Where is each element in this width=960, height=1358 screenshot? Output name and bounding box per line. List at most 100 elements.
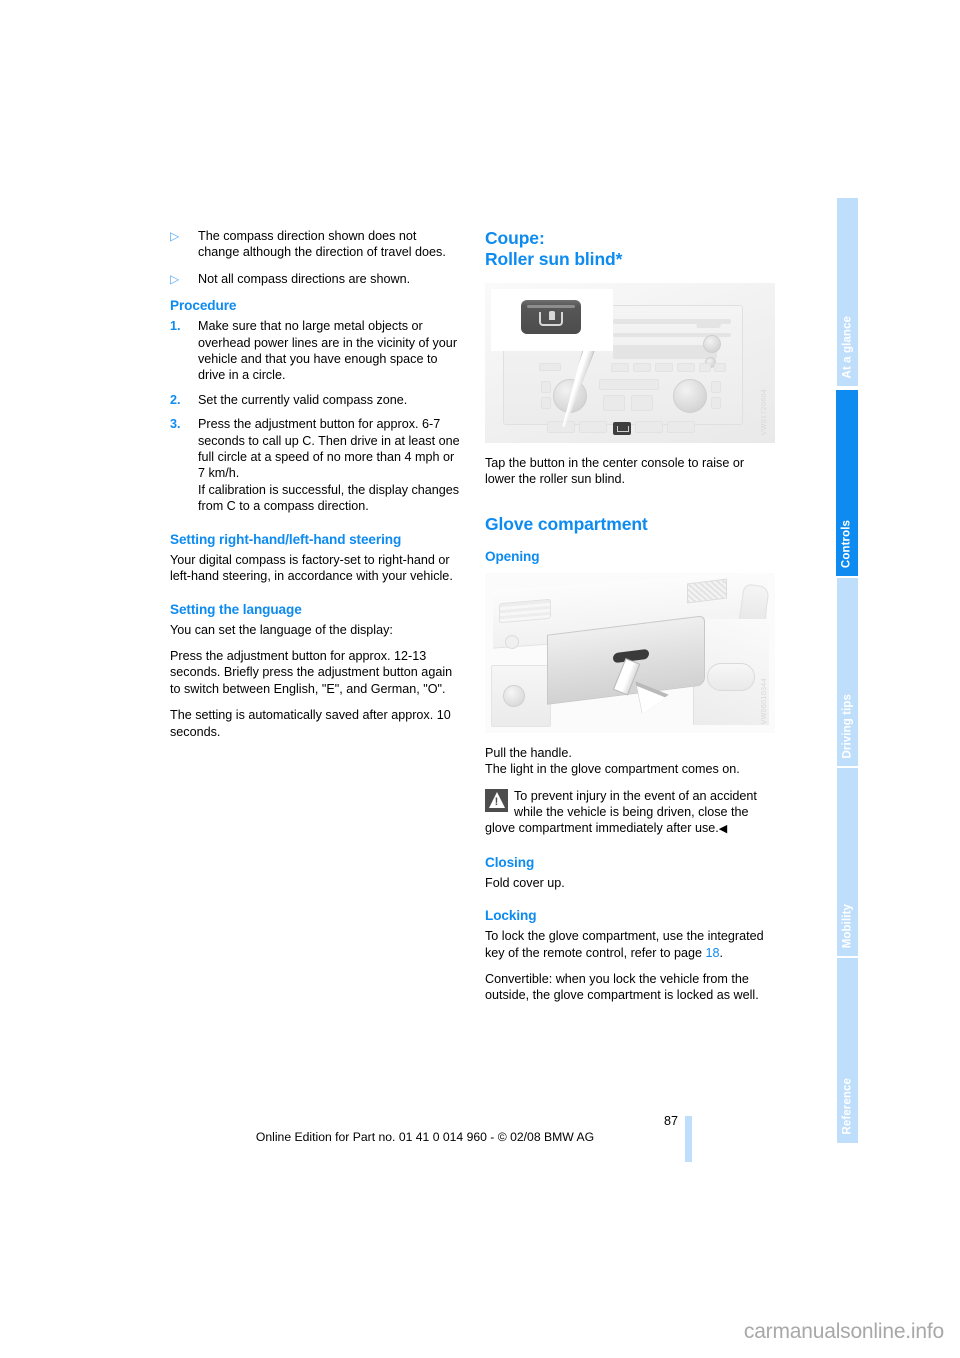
roller-sun-blind-heading: Coupe: Roller sun blind* xyxy=(485,228,775,270)
warning-text: To prevent injury in the event of an acc… xyxy=(485,788,775,838)
radio-display xyxy=(613,345,717,359)
glove-open-line1: Pull the handle. xyxy=(485,745,572,760)
preset-button xyxy=(699,363,711,372)
triangle-bullet-icon: ▷ xyxy=(170,271,180,286)
preset-button xyxy=(677,363,695,372)
procedure-step-list: 1. Make sure that no large metal objects… xyxy=(170,318,460,514)
section-tab-index: At a glance Controls Driving tips Mobili… xyxy=(836,198,858,1145)
warning-end-mark: ◀ xyxy=(718,823,728,836)
step-number: 3. xyxy=(170,417,181,432)
center-console-illustration xyxy=(485,283,775,443)
preset-button xyxy=(655,363,673,372)
locking-convertible-note: Convertible: when you lock the vehicle f… xyxy=(485,972,759,1003)
step-number: 2. xyxy=(170,392,181,407)
glove-compartment-figure: VW06010344 xyxy=(485,572,775,733)
locking-body: To lock the glove compartment, use the i… xyxy=(485,928,775,961)
climate-button xyxy=(541,397,551,409)
sidebar-tab-mobility[interactable]: Mobility xyxy=(837,768,858,958)
list-item-text: Not all compass directions are shown. xyxy=(198,271,411,286)
left-text-column: ▷ The compass direction shown does not c… xyxy=(170,228,460,750)
dash-knob xyxy=(505,634,519,649)
language-heading: Setting the language xyxy=(170,601,302,617)
console-button xyxy=(667,421,695,433)
climate-button xyxy=(711,397,721,409)
language-intro: You can set the language of the display: xyxy=(170,622,393,637)
right-climate-knob xyxy=(673,379,707,413)
eject-button xyxy=(695,321,723,328)
preset-button xyxy=(611,363,629,372)
center-console-figure: VW01720604 xyxy=(485,283,775,443)
preset-button xyxy=(633,363,651,372)
language-note: The setting is automatically saved after… xyxy=(170,708,451,739)
climate-button xyxy=(603,395,625,411)
list-item: 3. Press the adjustment button for appro… xyxy=(170,416,460,514)
procedure-heading: Procedure xyxy=(170,298,237,314)
edition-line: Online Edition for Part no. 01 41 0 014 … xyxy=(255,1130,595,1144)
list-item: 1. Make sure that no large metal objects… xyxy=(170,318,460,384)
roller-sun-blind-heading-line2: Roller sun blind* xyxy=(485,249,623,269)
language-body: Press the adjustment button for approx. … xyxy=(170,648,453,696)
right-text-column: Coupe: Roller sun blind* VW01720604 Tap … xyxy=(485,228,775,1014)
preset-button xyxy=(539,363,561,371)
page-footer: 87 Online Edition for Part no. 01 41 0 0… xyxy=(170,1113,680,1145)
list-item-text: The compass direction shown does not cha… xyxy=(198,229,446,260)
climate-display xyxy=(599,379,659,390)
roller-sun-blind-caption: Tap the button in the center console to … xyxy=(485,456,745,487)
sidebar-tab-label: Controls xyxy=(840,519,853,568)
glove-open-line2: The light in the glove compartment comes… xyxy=(485,762,740,777)
locking-heading: Locking xyxy=(485,908,537,924)
opening-heading: Opening xyxy=(485,548,540,564)
roller-sun-blind-button-in-console[interactable] xyxy=(613,422,631,435)
manual-page: At a glance Controls Driving tips Mobili… xyxy=(0,0,960,1358)
console-button xyxy=(579,421,607,433)
steering-heading: Setting right-hand/left-hand steering xyxy=(170,531,402,547)
console-button xyxy=(635,421,663,433)
sidebar-tab-controls[interactable]: Controls xyxy=(836,388,858,578)
page-number: 87 xyxy=(663,1114,678,1128)
roller-sun-blind-icon xyxy=(539,311,563,326)
glove-compartment-illustration xyxy=(485,572,775,733)
door-pull-handle xyxy=(707,662,755,691)
sidebar-tab-label: At a glance xyxy=(841,315,853,378)
compass-notes-list: ▷ The compass direction shown does not c… xyxy=(170,228,460,287)
warning-exclamation: ! xyxy=(494,795,499,808)
figure-code: VW01720604 xyxy=(760,388,768,435)
sidebar-tab-label: Reference xyxy=(841,1078,853,1135)
warning-block: ! To prevent injury in the event of an a… xyxy=(485,788,775,838)
preset-button xyxy=(714,363,726,372)
site-watermark: carmanualsonline.info xyxy=(743,1320,944,1343)
lower-dash-knob xyxy=(503,684,525,707)
air-vent xyxy=(499,598,551,624)
sidebar-tab-at-a-glance[interactable]: At a glance xyxy=(837,198,858,388)
locking-body-period: . xyxy=(719,945,724,960)
sidebar-tab-label: Mobility xyxy=(841,903,853,948)
sidebar-tab-driving-tips[interactable]: Driving tips xyxy=(837,578,858,768)
warning-text-body: To prevent injury in the event of an acc… xyxy=(485,788,757,836)
triangle-bullet-icon: ▷ xyxy=(170,229,180,243)
list-item: ▷ Not all compass directions are shown. xyxy=(170,271,460,287)
volume-knob xyxy=(703,335,721,353)
roller-sun-blind-button[interactable] xyxy=(521,300,581,334)
list-item: ▷ The compass direction shown does not c… xyxy=(170,228,460,261)
page-reference-link[interactable]: 18 xyxy=(706,946,720,960)
step-text: Press the adjustment button for approx. … xyxy=(198,417,460,514)
list-item: 2. Set the currently valid compass zone. xyxy=(170,392,460,408)
footer-accent-bar xyxy=(685,1116,692,1162)
climate-button xyxy=(711,381,721,393)
warning-triangle-icon: ! xyxy=(485,788,508,812)
roller-sun-blind-heading-line1: Coupe: xyxy=(485,228,545,248)
sidebar-tab-reference[interactable]: Reference xyxy=(837,958,858,1143)
step-number: 1. xyxy=(170,319,181,334)
sidebar-tab-label: Driving tips xyxy=(841,693,853,758)
closing-heading: Closing xyxy=(485,854,535,870)
figure-code: VW06010344 xyxy=(760,678,768,725)
step-text: Set the currently valid compass zone. xyxy=(198,392,408,407)
steering-body: Your digital compass is factory-set to r… xyxy=(170,552,453,584)
glove-compartment-heading: Glove compartment xyxy=(485,513,648,534)
closing-body: Fold cover up. xyxy=(485,875,565,890)
button-callout-box xyxy=(491,289,613,351)
climate-button xyxy=(631,395,653,411)
climate-button xyxy=(541,381,551,393)
step-text: Make sure that no large metal objects or… xyxy=(198,319,458,383)
console-button xyxy=(547,421,575,433)
